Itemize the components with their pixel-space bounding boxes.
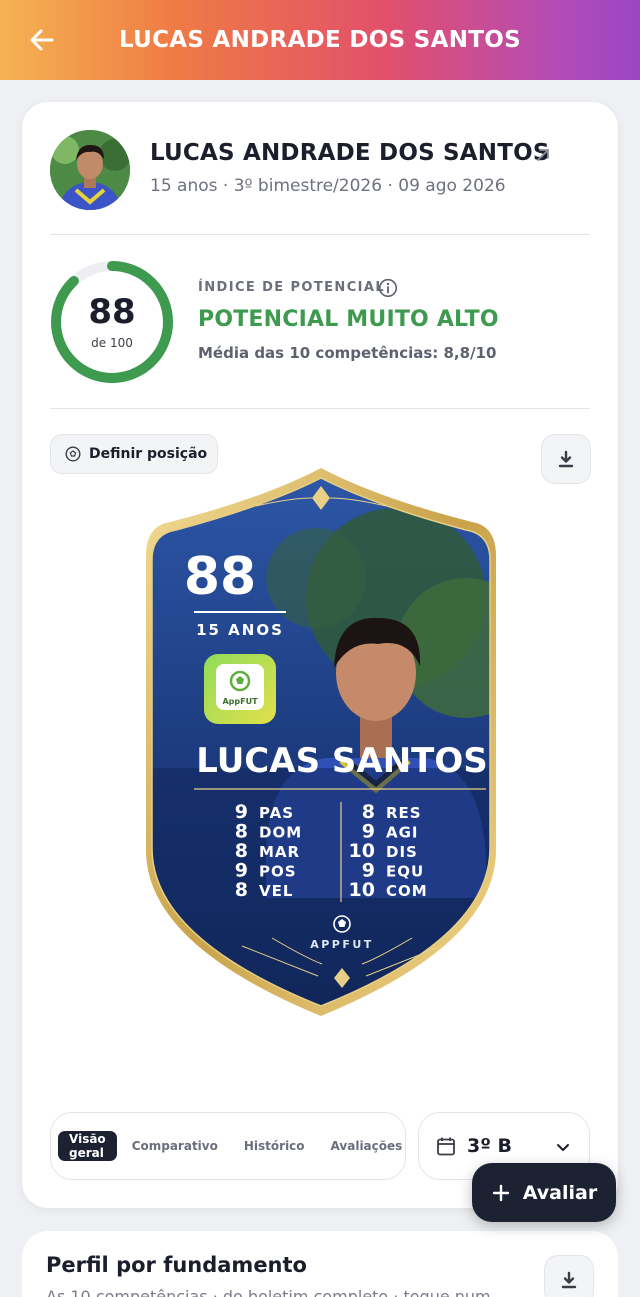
app-header: LUCAS ANDRADE DOS SANTOS (0, 0, 640, 80)
potential-score: 88 (88, 292, 136, 332)
soccer-ball-icon (65, 446, 81, 462)
calendar-icon (437, 1137, 455, 1156)
potential-score-max: de 100 (91, 336, 133, 350)
tab-3[interactable]: Avaliações (320, 1131, 414, 1161)
card-player-name: LUCAS SANTOS (196, 741, 488, 781)
card-badge-label: AppFUT (222, 697, 258, 706)
stat-label-dom: DOM (259, 824, 302, 842)
stat-label-mar: MAR (259, 843, 300, 861)
chevron-down-icon (557, 1144, 569, 1151)
tab-2[interactable]: Histórico (233, 1131, 316, 1161)
stat-label-equ: EQU (386, 863, 424, 881)
plus-icon (492, 1184, 509, 1201)
potential-index-value: POTENCIAL MUITO ALTO (198, 307, 499, 332)
stat-label-vel: VEL (259, 882, 293, 900)
stat-label-agi: AGI (386, 824, 419, 842)
download-icon (558, 450, 574, 468)
fundamentals-card: Perfil por fundamento As 10 competências… (22, 1231, 618, 1297)
stat-value-com: 10 (349, 879, 375, 901)
player-photo-icon (50, 130, 130, 210)
player-subtitle: 15 anos · 3º bimestre/2026 · 09 ago 2026 (150, 176, 506, 196)
tab-0[interactable]: Visão geral (58, 1131, 117, 1161)
stat-label-dis: DIS (386, 843, 418, 861)
competencies-average: Média das 10 competências: 8,8/10 (198, 344, 497, 362)
player-avatar[interactable] (50, 130, 130, 210)
player-name: LUCAS ANDRADE DOS SANTOS (150, 140, 550, 166)
tab-1[interactable]: Comparativo (121, 1131, 229, 1161)
fundamentals-subtitle: As 10 competências · do boletim completo… (46, 1287, 491, 1297)
evaluate-fab-button[interactable]: Avaliar (472, 1163, 616, 1222)
header-title: LUCAS ANDRADE DOS SANTOS (118, 27, 522, 53)
download-card-button[interactable] (541, 434, 591, 484)
divider (50, 408, 590, 409)
term-select-value: 3º B (467, 1135, 513, 1157)
download-icon (561, 1271, 577, 1289)
card-age: 15 ANOS (196, 621, 284, 639)
stat-value-vel: 8 (235, 879, 248, 901)
set-position-label: Definir posição (89, 446, 208, 462)
stat-label-res: RES (386, 804, 422, 822)
player-rating-card[interactable]: 88 15 ANOS AppFUT LUCAS SANTOS 9 PAS8 DOM8… (146, 468, 496, 1016)
fundamentals-title: Perfil por fundamento (46, 1253, 307, 1277)
download-fundamentals-button[interactable] (544, 1255, 594, 1297)
stat-label-pos: POS (259, 863, 297, 881)
evaluate-fab-label: Avaliar (522, 1181, 598, 1204)
card-rating: 88 (184, 547, 256, 607)
divider (50, 234, 590, 235)
stat-label-com: COM (386, 882, 428, 900)
stat-label-pas: PAS (259, 804, 294, 822)
info-icon[interactable] (378, 278, 398, 298)
potential-index-label: ÍNDICE DE POTENCIAL (198, 280, 386, 295)
player-overview-card: LUCAS ANDRADE DOS SANTOS 15 anos · 3º bi… (22, 102, 618, 1208)
card-brand: APPFUT (310, 938, 374, 951)
view-tabs: Visão geral Comparativo Histórico Avaliaçõe… (50, 1112, 406, 1180)
back-arrow-icon[interactable] (26, 24, 58, 56)
external-link-icon[interactable] (534, 146, 552, 164)
